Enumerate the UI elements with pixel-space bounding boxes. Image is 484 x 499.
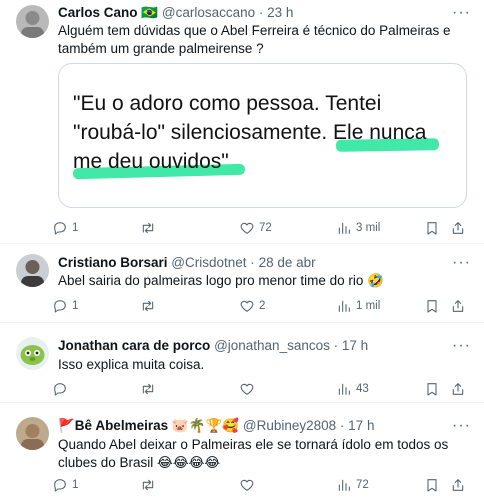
timestamp[interactable]: 23 h [267,5,293,20]
timestamp[interactable]: 17 h [342,338,368,353]
bookmark-icon [427,300,437,313]
retweet-button[interactable] [140,379,160,399]
retweet-button[interactable] [140,218,160,238]
share-button[interactable] [450,218,466,238]
avatar[interactable] [16,254,49,287]
timestamp[interactable]: 17 h [348,418,374,433]
tweet[interactable]: Carlos Cano 🇧🇷 @carlosaccano · 23 h ··· … [0,0,484,244]
separator-dot: · [258,5,264,20]
author-handle[interactable]: @jonathan_sancos [214,338,330,353]
like-icon [240,300,254,312]
reply-icon [54,383,66,396]
tweet-text: Abel sairia do palmeiras logo pro menor … [58,273,384,288]
author-name[interactable]: 🚩Bê Abelmeiras 🐷🌴🏆🥰 [58,418,239,433]
like-button[interactable]: 72 [239,218,272,238]
share-button[interactable] [450,475,466,495]
retweet-icon [142,479,154,491]
like-button[interactable]: 2 [239,296,265,316]
tweet-actions: 1 2 1 mil [52,296,474,316]
tweet-text: Alguém tem dúvidas que o Abel Ferreira é… [58,23,451,56]
tweet[interactable]: Jonathan cara de porco @jonathan_sancos … [0,323,484,403]
bookmark-icon [427,479,437,492]
tweet-actions: 43 [52,379,474,399]
tweet[interactable]: Cristiano Borsari @Crisdotnet · 28 de ab… [0,244,484,323]
views-icon [338,479,350,491]
like-count: 2 [259,300,266,312]
tweet-actions: 1 72 [52,475,474,495]
reply-button[interactable] [52,379,72,399]
reply-count: 1 [72,479,79,491]
views-button[interactable]: 72 [336,475,369,495]
share-icon [452,479,464,491]
like-icon [240,222,254,234]
views-button[interactable]: 3 mil [336,218,380,238]
share-icon [452,383,464,395]
tweet-header: Carlos Cano 🇧🇷 @carlosaccano · 23 h [58,4,450,22]
reply-icon [54,300,66,313]
reply-button[interactable]: 1 [52,296,78,316]
like-button[interactable] [239,379,259,399]
author-handle[interactable]: @carlosaccano [162,5,255,20]
tweet-header: Cristiano Borsari @Crisdotnet · 28 de ab… [58,254,450,272]
share-icon [452,222,464,234]
avatar[interactable] [16,5,49,38]
reply-button[interactable]: 1 [52,218,78,238]
quote-line: "roubá-lo" silenciosamente. Ele nunca [73,121,427,144]
reply-count: 1 [72,300,79,312]
tweet-header: Jonathan cara de porco @jonathan_sancos … [58,337,450,355]
avatar[interactable] [16,417,49,450]
views-icon [338,383,350,395]
separator-dot: · [339,418,345,433]
views-icon [338,222,350,234]
retweet-icon [142,383,154,395]
views-count: 72 [356,479,369,491]
bookmark-button[interactable] [424,379,440,399]
views-button[interactable]: 43 [336,379,369,399]
like-icon [240,479,254,491]
views-count: 3 mil [356,222,381,234]
views-icon [338,300,350,312]
like-count: 72 [259,222,272,234]
retweet-icon [142,300,154,312]
views-count: 1 mil [356,300,381,312]
like-icon [240,383,254,395]
reply-button[interactable]: 1 [52,475,78,495]
author-name[interactable]: Cristiano Borsari [58,255,168,270]
reply-icon [54,479,66,492]
quote-image[interactable]: "Eu o adoro como pessoa. Tentei "roubá-l… [58,63,467,208]
views-button[interactable]: 1 mil [336,296,380,316]
bookmark-icon [427,383,437,396]
avatar[interactable] [16,337,49,370]
reply-count: 1 [72,222,79,234]
retweet-button[interactable] [140,296,160,316]
author-handle[interactable]: @Rubiney2808 [243,418,336,433]
tweet[interactable]: 🚩Bê Abelmeiras 🐷🌴🏆🥰 @Rubiney2808 · 17 h … [0,403,484,499]
timestamp[interactable]: 28 de abr [259,255,316,270]
views-count: 43 [356,383,369,395]
quote-line: me deu ouvidos" [73,150,229,173]
share-button[interactable] [450,296,466,316]
tweet-header: 🚩Bê Abelmeiras 🐷🌴🏆🥰 @Rubiney2808 · 17 h [58,417,450,435]
tweet-actions: 1 72 3 mil [52,218,474,238]
tweet-text: Quando Abel deixar o Palmeiras ele se to… [58,437,449,470]
retweet-button[interactable] [140,475,160,495]
bookmark-button[interactable] [424,218,440,238]
author-name[interactable]: Carlos Cano [58,5,138,20]
share-button[interactable] [450,379,466,399]
bookmark-button[interactable] [424,296,440,316]
bookmark-button[interactable] [424,475,440,495]
separator-dot: · [250,255,255,270]
tweet-text: Isso explica muita coisa. [58,357,205,372]
quote-text: "Eu o adoro como pessoa. Tentei "roubá-l… [73,89,453,176]
separator-dot: · [333,338,339,353]
quote-line: "Eu o adoro como pessoa. Tentei [73,92,382,115]
reply-icon [54,222,66,235]
flag-icon: 🇧🇷 [141,5,159,20]
like-button[interactable] [239,475,259,495]
author-name[interactable]: Jonathan cara de porco [58,338,210,353]
retweet-icon [142,222,154,234]
share-icon [452,300,464,312]
author-handle[interactable]: @Crisdotnet [171,255,246,270]
bookmark-icon [427,222,437,235]
